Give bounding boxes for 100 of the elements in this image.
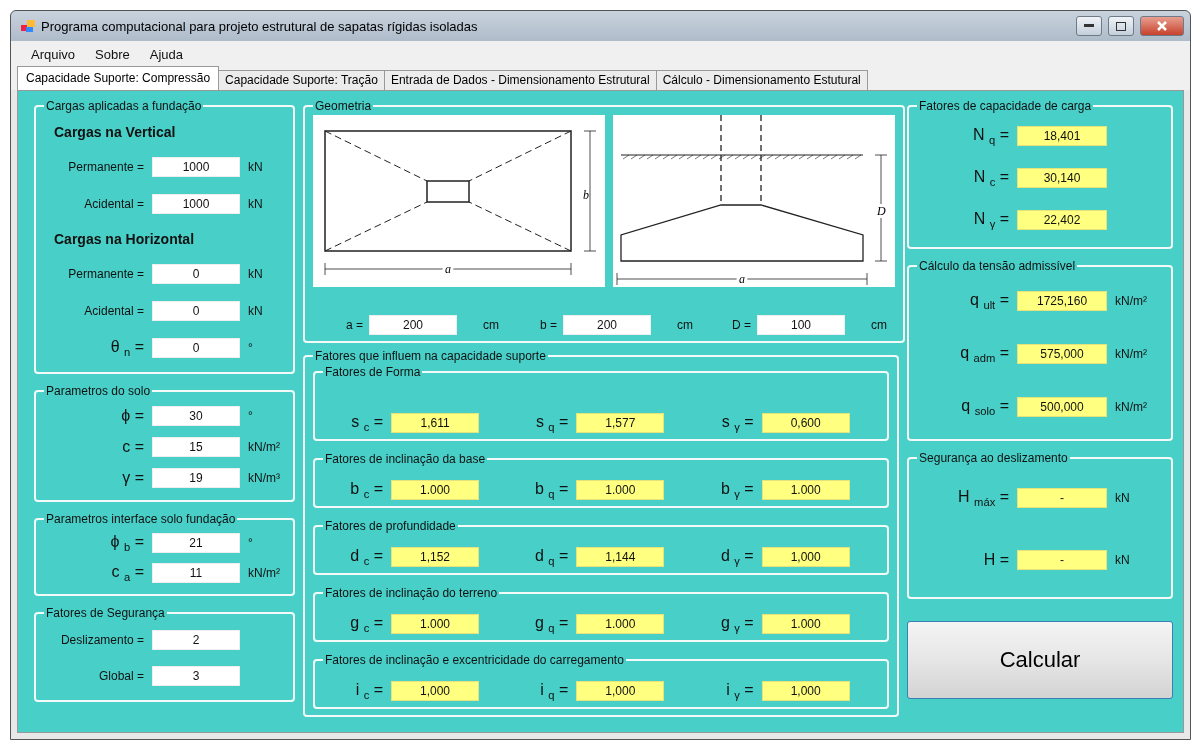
- field-label: ϕ $_{b}$ =: [109, 533, 144, 553]
- input-field[interactable]: 200: [369, 315, 458, 335]
- group-title: Cargas aplicadas a fundação: [45, 99, 203, 113]
- factor-label: b $_{c}$ =: [349, 480, 384, 500]
- result-field: 30,140: [1017, 168, 1108, 188]
- window-title: Programa computacional para projeto estrutural de sapatas rígidas isoladas: [41, 18, 479, 34]
- unit-label: kN/m²: [248, 566, 280, 580]
- group-title: Fatores de inclinação e excentricidade do carregamento: [324, 653, 625, 667]
- unit-label: kN/m²: [1115, 294, 1148, 309]
- section-heading: Cargas na Horizontal: [53, 230, 196, 247]
- input-field[interactable]: 3: [152, 666, 240, 686]
- tab[interactable]: Entrada de Dados - Dimensionamento Estrutural: [383, 70, 657, 90]
- unit-label: kN/m²: [248, 440, 280, 454]
- unit-label: kN: [248, 159, 263, 174]
- factor-label: q $_{ult}$ =: [969, 291, 1010, 312]
- result-field: 1.000: [761, 614, 850, 634]
- result-field: 1,000: [761, 547, 850, 567]
- result-field: 500,000: [1017, 396, 1108, 417]
- field-label: Global =: [97, 669, 144, 683]
- menu-item[interactable]: Ajuda: [141, 45, 192, 64]
- field-label: c $_{a}$ =: [110, 563, 144, 583]
- unit-label: kN: [1115, 553, 1130, 567]
- input-field[interactable]: 19: [152, 468, 240, 489]
- input-field[interactable]: 0: [152, 337, 240, 358]
- field-label: Permanente =: [67, 266, 144, 281]
- factor-label: i $_{c}$ =: [354, 681, 384, 701]
- input-field[interactable]: 11: [152, 563, 240, 583]
- result-field: 1,152: [391, 547, 480, 567]
- result-field: 1,000: [761, 681, 850, 701]
- factor-label: s $_{c}$ =: [350, 413, 384, 433]
- factor-label: g $_{c}$ =: [349, 614, 384, 634]
- unit-label: kN: [248, 196, 263, 211]
- unit-label: kN/m²: [1115, 399, 1148, 414]
- field-label: c =: [121, 438, 144, 456]
- result-field: 1.000: [391, 614, 480, 634]
- unit-label: kN/m²: [1115, 347, 1148, 361]
- unit-label: cm: [483, 318, 500, 332]
- group-title: Fatores de inclinação da base: [324, 452, 487, 466]
- maximize-button[interactable]: [1108, 16, 1134, 36]
- close-button[interactable]: [1140, 16, 1184, 36]
- dimension-label: b: [583, 188, 590, 202]
- factor-label: g $_{γ}$ =: [719, 614, 754, 634]
- result-field: 1,144: [576, 547, 665, 567]
- field-label: Deslizamento =: [59, 633, 144, 647]
- factor-label: d $_{q}$ =: [534, 547, 569, 567]
- input-field[interactable]: 2: [152, 630, 240, 650]
- group-title: Fatores de capacidade de carga: [918, 99, 1093, 113]
- result-field: 22,402: [1017, 210, 1108, 230]
- input-field[interactable]: 1000: [152, 156, 240, 177]
- unit-label: kN/m³: [248, 471, 280, 486]
- factor-label: i $_{γ}$ =: [725, 681, 754, 701]
- field-label: Acidental =: [83, 196, 144, 211]
- section-heading: Cargas na Vertical: [53, 123, 177, 140]
- minimize-button[interactable]: [1076, 16, 1102, 36]
- close-icon: [1156, 20, 1168, 32]
- factor-label: H =: [982, 551, 1010, 569]
- dimension-label: a: [445, 262, 452, 276]
- menu-item[interactable]: Arquivo: [23, 45, 84, 64]
- factor-label: i $_{q}$ =: [539, 681, 569, 701]
- factor-label: H $_{máx}$ =: [957, 488, 1010, 508]
- factor-label: q $_{solo}$ =: [960, 396, 1010, 417]
- group-title: Fatores de inclinação do terreno: [324, 586, 499, 600]
- field-label: Acidental =: [83, 303, 144, 318]
- group-title: Geometria: [314, 99, 373, 113]
- input-field[interactable]: 21: [152, 533, 240, 553]
- tab[interactable]: Cálculo - Dimensionamento Estutural: [655, 70, 868, 90]
- result-field: 1,611: [391, 413, 480, 433]
- factor-label: g $_{q}$ =: [534, 614, 569, 634]
- factor-label: q $_{adm}$ =: [959, 344, 1010, 364]
- input-field[interactable]: 200: [563, 315, 652, 335]
- minimize-icon: [1084, 24, 1094, 28]
- result-field: 1,000: [391, 681, 480, 701]
- input-field[interactable]: 30: [152, 405, 240, 426]
- dimension-label: D: [877, 204, 886, 218]
- input-field[interactable]: 1000: [152, 193, 240, 214]
- input-field[interactable]: 0: [152, 300, 240, 321]
- result-field: 1.000: [391, 480, 480, 500]
- menu-item[interactable]: Sobre: [87, 45, 138, 64]
- input-field[interactable]: 100: [757, 315, 846, 335]
- result-field: 1725,160: [1017, 291, 1108, 312]
- result-field: 1,577: [576, 413, 665, 433]
- input-field[interactable]: 0: [152, 263, 240, 284]
- result-field: 1.000: [576, 614, 665, 634]
- factor-label: N $_{q}$ =: [972, 126, 1010, 146]
- tab[interactable]: Capacidade Suporte: Compressão: [17, 66, 220, 90]
- unit-label: kN: [248, 266, 263, 281]
- tab[interactable]: Capacidade Suporte: Tração: [218, 70, 385, 90]
- input-field[interactable]: 15: [152, 437, 240, 457]
- unit-label: °: [248, 340, 253, 355]
- field-label: Permanente =: [67, 159, 144, 174]
- group-title: Fatores que influem na capacidade suporte: [314, 349, 547, 363]
- group-title: Parametros interface solo fundação: [45, 512, 237, 526]
- factor-label: b $_{q}$ =: [534, 480, 569, 500]
- result-field: 0,600: [761, 413, 850, 433]
- group-title: Fatores de profundidade: [324, 519, 457, 533]
- unit-label: kN: [1115, 491, 1130, 505]
- field-label: ϕ =: [120, 406, 144, 425]
- group-title: Fatores de Segurança: [45, 606, 166, 620]
- maximize-icon: [1116, 21, 1126, 31]
- calculate-button[interactable]: Calcular: [907, 621, 1173, 699]
